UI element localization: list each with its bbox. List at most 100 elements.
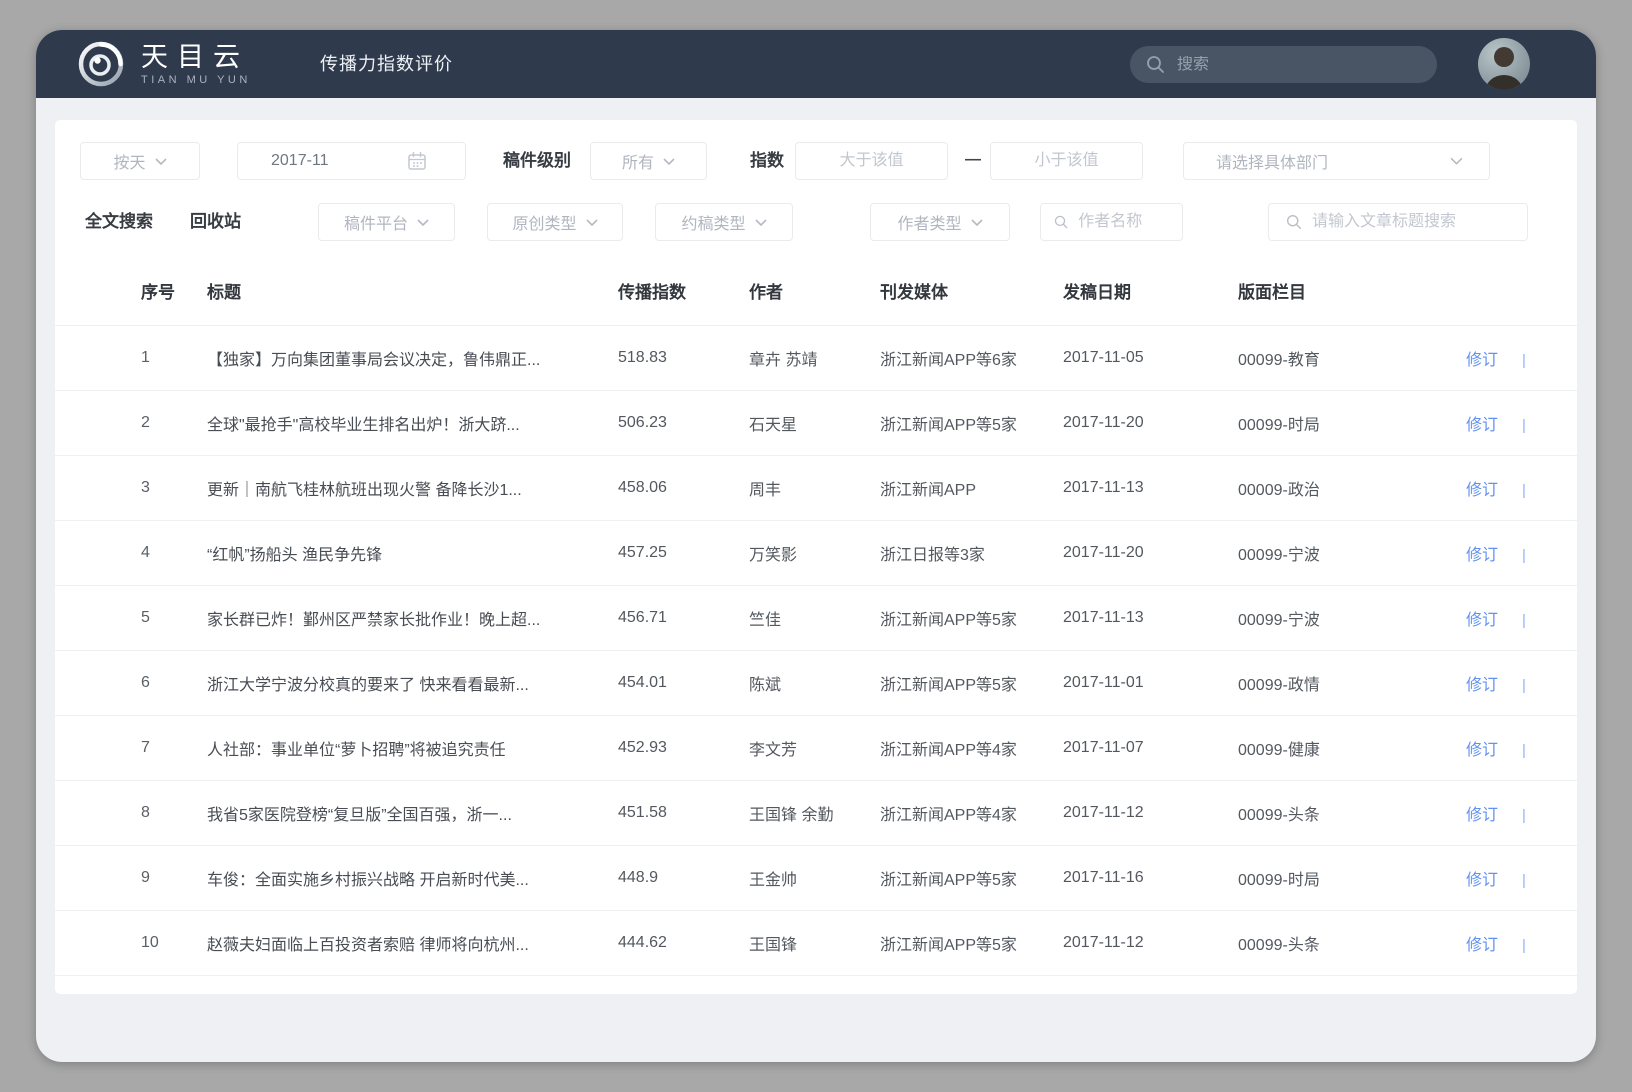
calendar-icon bbox=[408, 151, 426, 170]
fulltext-search-link[interactable]: 全文搜索 bbox=[85, 203, 153, 241]
brand-logo: 天目云 TIAN MU YUN bbox=[75, 38, 251, 90]
author-type-select[interactable]: 作者类型 bbox=[870, 203, 1010, 241]
action-divider: | bbox=[1522, 872, 1526, 889]
table-row: 2 全球"最抢手"高校毕业生排名出炉！浙大跻... 506.23 石天星 浙江新闻APP… bbox=[55, 390, 1577, 455]
action-divider: | bbox=[1522, 417, 1526, 434]
article-title: “红帆”扬船头 渔民争先锋 bbox=[207, 547, 383, 564]
index-min-input[interactable] bbox=[796, 143, 947, 179]
publish-media: 浙江新闻APP等5家 bbox=[880, 417, 1017, 434]
global-search[interactable] bbox=[1130, 46, 1437, 83]
search-icon bbox=[1286, 214, 1302, 230]
author-name: 石天星 bbox=[749, 417, 798, 434]
article-title-search-input[interactable] bbox=[1311, 204, 1517, 240]
platform-select[interactable]: 稿件平台 bbox=[318, 203, 455, 241]
original-type-placeholder: 原创类型 bbox=[512, 216, 577, 233]
user-avatar[interactable] bbox=[1478, 38, 1530, 90]
search-icon bbox=[1147, 56, 1164, 73]
revise-link[interactable]: 修订 bbox=[1466, 742, 1498, 759]
row-number: 3 bbox=[141, 479, 150, 496]
page-column: 00099-教育 bbox=[1238, 352, 1320, 369]
row-actions: 修订 | bbox=[1466, 411, 1577, 435]
page-column: 00099-宁波 bbox=[1238, 612, 1320, 629]
action-divider: | bbox=[1522, 937, 1526, 954]
commission-type-placeholder: 约稿类型 bbox=[681, 216, 746, 233]
revise-link[interactable]: 修订 bbox=[1466, 482, 1498, 499]
revise-link[interactable]: 修订 bbox=[1466, 352, 1498, 369]
page-column: 00009-政治 bbox=[1238, 482, 1320, 499]
app-window: 天目云 TIAN MU YUN 传播力指数评价 按天 bbox=[36, 30, 1596, 1062]
index-min-field[interactable] bbox=[795, 142, 948, 180]
department-placeholder: 请选择具体部门 bbox=[1216, 155, 1329, 172]
original-type-select[interactable]: 原创类型 bbox=[487, 203, 623, 241]
publish-date: 2017-11-05 bbox=[1063, 349, 1144, 366]
brand-subtitle: TIAN MU YUN bbox=[141, 74, 251, 86]
author-name-field[interactable] bbox=[1040, 203, 1183, 241]
revise-link[interactable]: 修订 bbox=[1466, 937, 1498, 954]
month-picker[interactable]: 2017-11 bbox=[237, 142, 466, 180]
row-actions: 修订 | bbox=[1466, 736, 1577, 760]
articles-table: 序号 标题 传播指数 作者 刊发媒体 发稿日期 版面栏目 1 【独家】万向集团董事… bbox=[55, 255, 1577, 976]
author-name: 竺佳 bbox=[749, 612, 782, 629]
publish-date: 2017-11-01 bbox=[1063, 674, 1144, 691]
article-title-search-field[interactable] bbox=[1268, 203, 1528, 241]
page-column: 00099-头条 bbox=[1238, 807, 1320, 824]
publish-media: 浙江新闻APP等5家 bbox=[880, 677, 1017, 694]
index-max-field[interactable] bbox=[990, 142, 1143, 180]
chevron-down-icon bbox=[754, 218, 767, 226]
table-row: 3 更新｜南航飞桂林航班出现火警 备降长沙1... 458.06 周丰 浙江新闻APP 2… bbox=[55, 455, 1577, 520]
index-label: 指数 bbox=[750, 151, 784, 170]
action-divider: | bbox=[1522, 482, 1526, 499]
spread-index: 451.58 bbox=[618, 804, 667, 821]
recycle-bin-link[interactable]: 回收站 bbox=[190, 203, 241, 241]
table-body: 1 【独家】万向集团董事局会议决定，鲁伟鼎正... 518.83 章卉 苏靖 浙江新闻A… bbox=[55, 325, 1577, 976]
page-column: 00099-政情 bbox=[1238, 677, 1320, 694]
action-divider: | bbox=[1522, 612, 1526, 629]
revise-link[interactable]: 修订 bbox=[1466, 872, 1498, 889]
author-name: 王金帅 bbox=[749, 872, 798, 889]
publish-media: 浙江新闻APP等6家 bbox=[880, 352, 1017, 369]
index-max-input[interactable] bbox=[991, 143, 1142, 179]
spread-index: 458.06 bbox=[618, 479, 667, 496]
article-title: 【独家】万向集团董事局会议决定，鲁伟鼎正... bbox=[207, 352, 541, 369]
row-actions: 修订 | bbox=[1466, 541, 1577, 565]
content-card: 按天 2017-11 稿件级别 所有 指数 大于该值 — 小于该值 请选择具体部… bbox=[55, 120, 1577, 994]
table-row: 1 【独家】万向集团董事局会议决定，鲁伟鼎正... 518.83 章卉 苏靖 浙江新闻A… bbox=[55, 325, 1577, 390]
table-row: 5 家长群已炸！鄞州区严禁家长批作业！晚上超... 456.71 竺佳 浙江新闻APP等… bbox=[55, 585, 1577, 650]
chevron-down-icon bbox=[585, 218, 598, 226]
commission-type-select[interactable]: 约稿类型 bbox=[655, 203, 793, 241]
publish-date: 2017-11-12 bbox=[1063, 804, 1144, 821]
author-name: 周丰 bbox=[749, 482, 782, 499]
revise-link[interactable]: 修订 bbox=[1466, 677, 1498, 694]
chevron-down-icon bbox=[154, 157, 167, 165]
chevron-down-icon bbox=[417, 218, 429, 226]
global-search-input[interactable] bbox=[1177, 55, 1421, 74]
col-header-title: 标题 bbox=[207, 282, 241, 302]
col-header-column: 版面栏目 bbox=[1238, 282, 1306, 302]
article-title: 浙江大学宁波分校真的要来了 快来看看最新... bbox=[207, 677, 529, 694]
action-divider: | bbox=[1522, 352, 1526, 369]
department-select[interactable]: 请选择具体部门 bbox=[1183, 142, 1490, 180]
level-select[interactable]: 所有 bbox=[590, 142, 707, 180]
publish-media: 浙江新闻APP等5家 bbox=[880, 872, 1017, 889]
spread-index: 518.83 bbox=[618, 349, 667, 366]
avatar-portrait bbox=[1485, 47, 1523, 90]
publish-date: 2017-11-16 bbox=[1063, 869, 1144, 886]
time-mode-select[interactable]: 按天 bbox=[80, 142, 200, 180]
table-row: 6 浙江大学宁波分校真的要来了 快来看看最新... 454.01 陈斌 浙江新闻APP等… bbox=[55, 650, 1577, 715]
brand-title: 天目云 bbox=[141, 42, 249, 72]
table-row: 7 人社部：事业单位“萝卜招聘”将被追究责任 452.93 李文芳 浙江新闻APP等4家… bbox=[55, 715, 1577, 780]
article-title: 更新｜南航飞桂林航班出现火警 备降长沙1... bbox=[207, 482, 522, 499]
publish-date: 2017-11-12 bbox=[1063, 934, 1144, 951]
revise-link[interactable]: 修订 bbox=[1466, 612, 1498, 629]
publish-media: 浙江新闻APP等5家 bbox=[880, 937, 1017, 954]
platform-placeholder: 稿件平台 bbox=[343, 216, 408, 233]
revise-link[interactable]: 修订 bbox=[1466, 807, 1498, 824]
revise-link[interactable]: 修订 bbox=[1466, 547, 1498, 564]
page-column: 00099-时局 bbox=[1238, 417, 1320, 434]
author-name: 万笑影 bbox=[749, 547, 798, 564]
publish-media: 浙江新闻APP等4家 bbox=[880, 807, 1017, 824]
revise-link[interactable]: 修订 bbox=[1466, 417, 1498, 434]
author-name-input[interactable] bbox=[1078, 204, 1172, 240]
page-title: 传播力指数评价 bbox=[320, 54, 453, 74]
publish-date: 2017-11-20 bbox=[1063, 544, 1144, 561]
